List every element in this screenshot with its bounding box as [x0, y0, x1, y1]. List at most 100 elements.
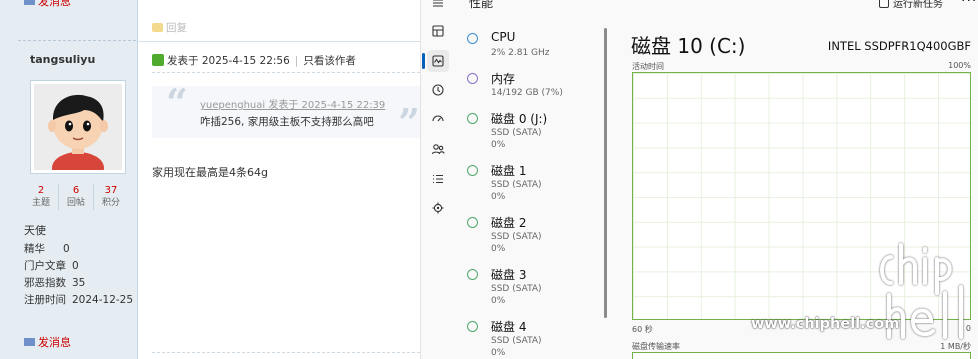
perf-item-name: CPU — [491, 30, 516, 44]
processes-icon[interactable] — [427, 20, 449, 42]
mail-icon — [24, 0, 35, 5]
perf-item-detail: 14/192 GB (7%) — [491, 88, 563, 98]
list-scrollbar[interactable] — [604, 28, 607, 318]
perf-item-disk-2[interactable]: 磁盘 2 SSD (SATA) 0% — [457, 208, 607, 258]
disk-graph-icon — [467, 165, 478, 176]
stat-value: 37 — [104, 185, 118, 196]
disk-graph-icon — [467, 113, 478, 124]
memory-graph-icon — [467, 73, 478, 84]
info-key: 邪恶指数 — [24, 277, 66, 289]
app-history-icon[interactable] — [427, 79, 449, 101]
author-username[interactable]: tangsuliyu — [30, 53, 95, 66]
post-timestamp: 发表于 2025-4-15 22:56 — [167, 55, 290, 67]
stat-value: 6 — [72, 185, 80, 196]
reply-icon — [152, 23, 163, 32]
info-row-articles: 门户文章 0 — [24, 258, 133, 275]
meta-separator: | — [294, 55, 299, 67]
close-quote-icon: ” — [398, 100, 420, 145]
task-manager-window: 性能 运行新任务 ··· CPU 2% 2.81 GHz 内存 14/192 G… — [420, 0, 978, 359]
active-time-label: 活动时间 — [632, 62, 664, 71]
disk-model: INTEL SSDPFR1Q400GBF — [827, 39, 971, 53]
stat-replies[interactable]: 6 回帖 — [59, 184, 94, 210]
info-key: 注册时间 — [24, 294, 66, 306]
only-author-link[interactable]: 只看该作者 — [303, 55, 356, 67]
stat-label: 回帖 — [66, 198, 85, 208]
stat-threads[interactable]: 2 主题 — [24, 184, 59, 210]
details-icon[interactable] — [427, 168, 449, 190]
send-message-label: 发消息 — [38, 0, 71, 8]
page-title: 性能 — [469, 0, 494, 10]
disk-usage: 0% — [491, 192, 506, 202]
services-icon[interactable] — [427, 197, 449, 219]
startup-icon[interactable] — [427, 108, 449, 130]
post-meta: 发表于 2025-4-15 22:56 | 只看该作者 — [152, 53, 356, 68]
post-separator — [138, 41, 420, 42]
perf-item-detail: SSD (SATA) 0% — [491, 335, 542, 359]
meta-divider — [152, 72, 420, 73]
disk-graph-icon — [467, 217, 478, 228]
stat-value: 2 — [37, 185, 45, 196]
info-key: 精华 — [24, 243, 45, 255]
disk-type: SSD (SATA) — [491, 284, 542, 294]
online-user-icon — [152, 54, 164, 66]
send-message-label: 发消息 — [38, 336, 71, 349]
perf-item-disk-4[interactable]: 磁盘 4 SSD (SATA) 0% — [457, 312, 607, 359]
performance-icon[interactable] — [427, 50, 449, 72]
author-stats: 2 主题 6 回帖 37 积分 — [24, 184, 128, 210]
disk-graph-icon — [467, 321, 478, 332]
perf-item-disk-0[interactable]: 磁盘 0 (J:) SSD (SATA) 0% — [457, 104, 607, 154]
author-rank: 天使 — [24, 224, 46, 237]
perf-item-name: 磁盘 0 (J:) — [491, 112, 548, 126]
graph-time-span: 60 秒 — [632, 325, 653, 334]
info-value: 35 — [72, 277, 86, 289]
forum-post: 回复 发表于 2025-4-15 22:56 | 只看该作者 “ yuepenghu… — [138, 0, 420, 359]
perf-item-name: 磁盘 3 — [491, 268, 527, 282]
perf-item-detail: SSD (SATA) 0% — [491, 283, 542, 307]
quote-text: 咋插256, 家用级主板不支持那么高吧 — [200, 116, 374, 128]
perf-item-disk-1[interactable]: 磁盘 1 SSD (SATA) 0% — [457, 156, 607, 206]
perf-item-name: 磁盘 4 — [491, 320, 527, 334]
reply-button[interactable]: 回复 — [152, 20, 187, 35]
disk-type: SSD (SATA) — [491, 180, 542, 190]
post-content: 家用现在最高是4条64g — [152, 166, 268, 179]
perf-item-detail: SSD (SATA) 0% — [491, 231, 542, 255]
disk-graph-icon — [467, 269, 478, 280]
hamburger-icon[interactable] — [427, 0, 449, 14]
post-bottom-divider — [152, 352, 420, 353]
info-row-register-date: 注册时间 2024-12-25 — [24, 292, 133, 309]
disk-usage: 0% — [491, 244, 506, 254]
cpu-graph-icon — [467, 33, 478, 44]
info-value: 0 — [72, 260, 79, 272]
send-message-link-bottom[interactable]: 发消息 — [24, 334, 71, 350]
open-quote-icon: “ — [166, 80, 188, 125]
watermark-url: www.chiphell.com — [751, 316, 900, 332]
info-value: 2024-12-25 — [72, 294, 134, 306]
quote-block: “ yuepenghuai 发表于 2025-4-15 22:39 咋插256,… — [152, 80, 420, 145]
avatar-image — [34, 84, 122, 170]
disk-detail-panel: 磁盘 10 (C:) INTEL SSDPFR1Q400GBF 活动时间 100… — [631, 0, 978, 359]
quote-source-link[interactable]: yuepenghuai 发表于 2025-4-15 22:39 — [200, 96, 385, 111]
disk-usage: 0% — [491, 296, 506, 306]
disk-type: SSD (SATA) — [491, 128, 542, 138]
cartoon-boy-avatar-icon — [34, 84, 122, 170]
reply-label: 回复 — [166, 22, 187, 34]
send-message-link-top[interactable]: 发消息 — [24, 0, 71, 9]
transfer-rate-label: 磁盘传输速率 — [632, 342, 680, 351]
perf-item-detail: SSD (SATA) 0% — [491, 179, 542, 203]
transfer-rate-max: 1 MB/秒 — [940, 342, 971, 351]
perf-item-name: 内存 — [491, 72, 516, 86]
perf-item-disk-3[interactable]: 磁盘 3 SSD (SATA) 0% — [457, 260, 607, 310]
users-icon[interactable] — [427, 138, 449, 160]
stat-points[interactable]: 37 积分 — [94, 184, 128, 210]
perf-item-detail: 2% 2.81 GHz — [491, 48, 550, 58]
info-value: 0 — [63, 243, 70, 255]
active-time-max: 100% — [948, 61, 971, 70]
disk-type: SSD (SATA) — [491, 336, 542, 346]
forum-author-sidebar: 发消息 tangsuliyu 2 主题 6 回帖 37 积分 天使 精华 0 门… — [0, 0, 138, 359]
stat-label: 积分 — [101, 198, 120, 208]
nav-active-indicator — [422, 53, 425, 69]
nav-rail — [421, 0, 455, 359]
stat-label: 主题 — [31, 198, 50, 208]
avatar[interactable] — [30, 80, 126, 174]
info-key: 门户文章 — [24, 260, 66, 272]
